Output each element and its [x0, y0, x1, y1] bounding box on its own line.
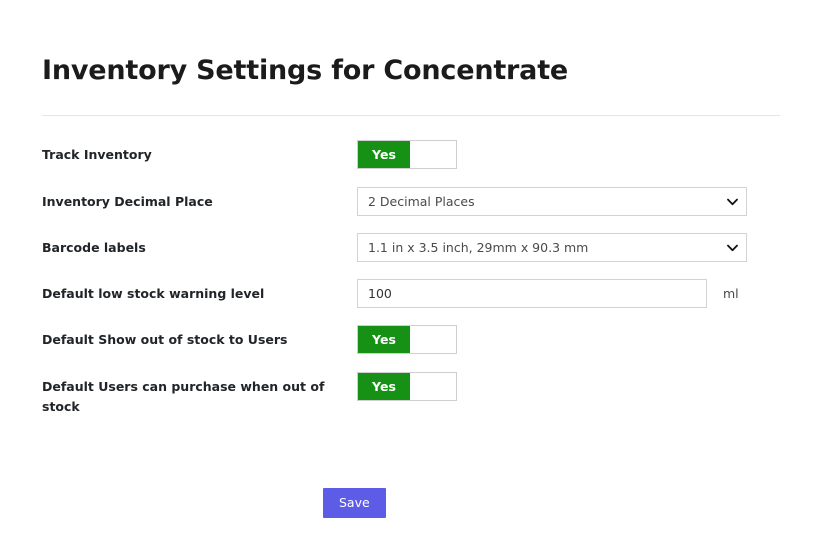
form-row-purchase-when-out-of-stock: Default Users can purchase when out of s… [42, 372, 780, 416]
inventory-settings-page: Inventory Settings for Concentrate Track… [0, 0, 822, 548]
toggle-purchase-when-out-of-stock-value: Yes [358, 373, 410, 401]
save-button[interactable]: Save [323, 488, 386, 519]
toggle-purchase-when-out-of-stock-track [410, 373, 456, 401]
form-row-inventory-decimal-place: Inventory Decimal Place 2 Decimal Places [42, 187, 780, 217]
control-show-out-of-stock: Yes [357, 325, 780, 355]
control-purchase-when-out-of-stock: Yes [357, 372, 780, 402]
label-barcode-labels: Barcode labels [42, 240, 146, 256]
form-row-barcode-labels: Barcode labels 1.1 in x 3.5 inch, 29mm x… [42, 233, 780, 263]
form-row-show-out-of-stock: Default Show out of stock to Users Yes [42, 325, 780, 355]
input-low-stock-warning-level[interactable] [357, 279, 707, 309]
toggle-show-out-of-stock-track [410, 326, 456, 354]
select-barcode-labels[interactable]: 1.1 in x 3.5 inch, 29mm x 90.3 mm [357, 233, 747, 263]
form-row-track-inventory: Track Inventory Yes [42, 140, 780, 170]
save-area: Save [42, 488, 780, 519]
control-inventory-decimal-place: 2 Decimal Places [357, 187, 780, 217]
form-row-low-stock-warning-level: Default low stock warning level ml [42, 279, 780, 309]
title-divider [42, 115, 780, 117]
control-barcode-labels: 1.1 in x 3.5 inch, 29mm x 90.3 mm [357, 233, 780, 263]
label-inventory-decimal-place: Inventory Decimal Place [42, 194, 213, 210]
label-purchase-when-out-of-stock: Default Users can purchase when out of s… [42, 379, 325, 414]
toggle-track-inventory-value: Yes [358, 141, 410, 169]
unit-label-low-stock-warning-level: ml [723, 286, 739, 302]
select-wrap-barcode-labels: 1.1 in x 3.5 inch, 29mm x 90.3 mm [357, 233, 747, 263]
page-title: Inventory Settings for Concentrate [42, 55, 569, 86]
control-low-stock-warning-level: ml [357, 279, 780, 309]
toggle-show-out-of-stock[interactable]: Yes [357, 325, 457, 355]
select-inventory-decimal-place[interactable]: 2 Decimal Places [357, 187, 747, 217]
toggle-track-inventory-track [410, 141, 456, 169]
select-wrap-inventory-decimal-place: 2 Decimal Places [357, 187, 747, 217]
label-track-inventory: Track Inventory [42, 147, 152, 163]
toggle-purchase-when-out-of-stock[interactable]: Yes [357, 372, 457, 402]
toggle-track-inventory[interactable]: Yes [357, 140, 457, 170]
label-show-out-of-stock: Default Show out of stock to Users [42, 332, 288, 348]
control-track-inventory: Yes [357, 140, 780, 170]
label-low-stock-warning-level: Default low stock warning level [42, 286, 265, 302]
inventory-settings-form: Track Inventory Yes Inventory Decimal Pl… [42, 140, 780, 416]
toggle-show-out-of-stock-value: Yes [358, 326, 410, 354]
